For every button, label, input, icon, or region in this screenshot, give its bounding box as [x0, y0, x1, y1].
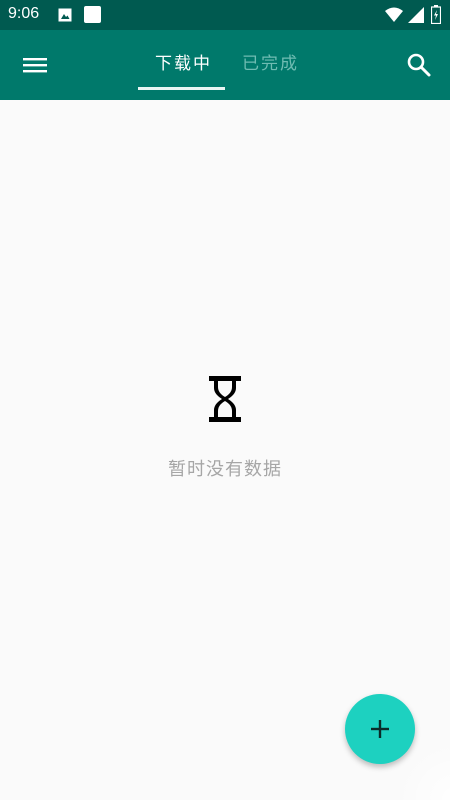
empty-state-message: 暂时没有数据	[168, 459, 282, 480]
search-icon[interactable]	[404, 50, 434, 80]
wifi-icon	[385, 7, 403, 22]
hourglass-icon	[209, 376, 241, 422]
menu-icon[interactable]	[20, 52, 50, 78]
tab-indicator	[138, 87, 225, 90]
tab-completed[interactable]: 已完成	[242, 49, 299, 74]
notification-square-icon	[84, 6, 101, 23]
status-time: 9:06	[8, 5, 40, 22]
tab-downloading[interactable]: 下载中	[155, 49, 212, 74]
app-screen: 9:06 下载中 已完成 暂时没有数据	[0, 0, 450, 800]
plus-icon	[371, 720, 389, 738]
status-bar: 9:06	[0, 0, 450, 30]
add-button[interactable]	[345, 694, 415, 764]
app-bar: 下载中 已完成	[0, 30, 450, 100]
battery-icon	[431, 5, 441, 24]
signal-icon	[408, 7, 424, 23]
gallery-icon	[58, 8, 72, 22]
